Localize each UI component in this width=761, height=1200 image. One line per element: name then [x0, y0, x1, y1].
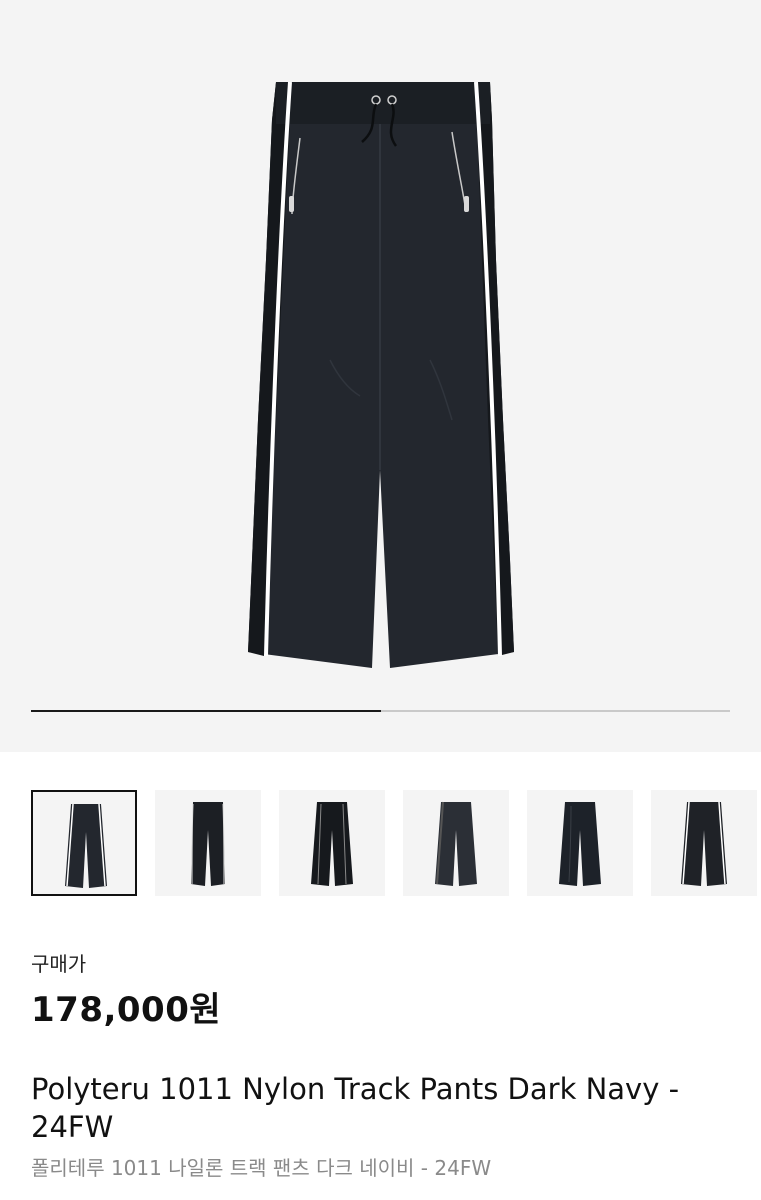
- thumbnail-image: [681, 801, 727, 886]
- product-thumbnail[interactable]: [155, 790, 261, 896]
- carousel-progress-fill: [31, 710, 381, 712]
- thumbnail-image: [311, 802, 353, 886]
- product-title: Polyteru 1011 Nylon Track Pants Dark Nav…: [31, 1072, 680, 1144]
- product-thumbnail[interactable]: [403, 790, 509, 896]
- carousel-progress-track: [31, 710, 730, 712]
- product-main-image: [248, 81, 514, 668]
- thumbnail-image: [191, 802, 225, 886]
- product-subtitle: 폴리테루 1011 나일론 트랙 팬츠 다크 네이비 - 24FW: [31, 1156, 492, 1180]
- product-image-carousel[interactable]: [0, 0, 761, 752]
- product-thumbnail[interactable]: [279, 790, 385, 896]
- price-label: 구매가: [31, 952, 87, 976]
- thumbnail-image: [65, 803, 107, 888]
- thumbnail-image: [435, 801, 477, 886]
- thumbnail-image: [559, 802, 601, 886]
- price-value: 178,000원: [31, 990, 222, 1030]
- product-thumbnail[interactable]: [31, 790, 137, 896]
- thumbnail-strip[interactable]: [31, 790, 761, 900]
- product-thumbnail[interactable]: [527, 790, 633, 896]
- product-thumbnail[interactable]: [651, 790, 757, 896]
